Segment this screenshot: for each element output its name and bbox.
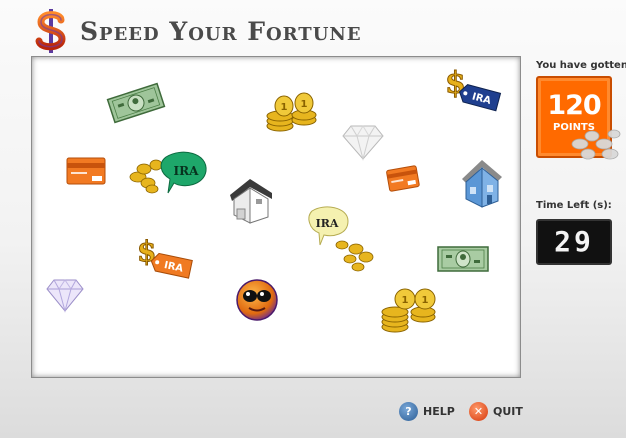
house-icon[interactable] [228,175,274,227]
ira-tag-icon[interactable]: $ IRA [443,66,505,115]
dollar-logo-icon [34,8,68,54]
ira-tag-icon[interactable]: $ IRA [135,235,197,283]
help-label: HELP [423,405,455,418]
credit-card-icon[interactable] [66,157,106,185]
svg-text:1: 1 [281,102,288,113]
score-value: 120 [547,90,601,121]
help-icon: ? [399,402,418,421]
ira-bubble-icon[interactable]: IRA [306,205,376,275]
time-left-label: Time Left (s): [536,200,612,211]
blue-house-icon[interactable] [460,157,504,209]
coins-decoration-icon [570,122,622,166]
coin-stack-icon[interactable]: 1 1 [266,92,320,132]
diamond-icon[interactable] [45,277,85,313]
ira-bubble-icon[interactable]: IRA [126,149,212,197]
svg-text:1: 1 [301,99,308,110]
cash-bill-icon[interactable] [106,82,166,124]
diamond-icon[interactable] [341,123,385,161]
close-icon: ✕ [469,402,488,421]
score-label: You have gotten: [536,60,626,71]
cash-bill-icon[interactable] [437,245,489,273]
svg-text:IRA: IRA [174,164,200,178]
quit-label: QUIT [493,405,523,418]
game-board[interactable]: 1 1 $ IRA IRA IRA $ IRA 1 1 [31,56,521,378]
svg-text:IRA: IRA [316,217,339,230]
time-left-display: 29 [536,219,612,265]
quit-button[interactable]: ✕ QUIT [469,402,523,421]
help-button[interactable]: ? HELP [399,402,455,421]
player-character-icon[interactable] [235,278,279,322]
svg-text:1: 1 [422,295,429,306]
coin-stack-icon[interactable]: 1 1 [379,287,441,335]
credit-card-icon[interactable] [386,165,420,193]
svg-text:1: 1 [402,295,409,306]
game-title: Speed Your Fortune [80,17,362,46]
